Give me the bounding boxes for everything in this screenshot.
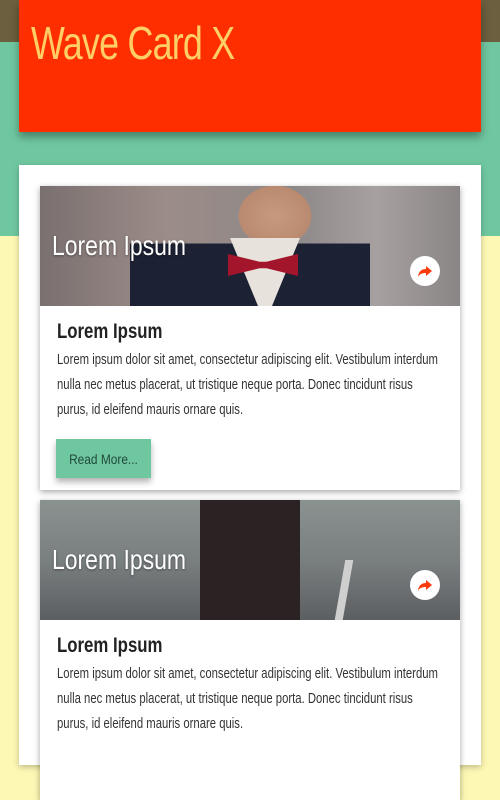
road-marking-graphic <box>334 560 354 620</box>
card: Lorem Ipsum Lorem Ipsum Lorem ipsum dolo… <box>40 500 460 800</box>
card-image: Lorem Ipsum <box>40 500 460 620</box>
card-image: Lorem Ipsum <box>40 186 460 306</box>
read-more-button[interactable]: Read More... <box>56 439 151 478</box>
share-icon <box>418 580 432 591</box>
card-text: Lorem ipsum dolor sit amet, consectetur … <box>57 666 438 732</box>
page-title: Wave Card X <box>31 17 235 69</box>
share-icon <box>418 266 432 277</box>
share-button[interactable] <box>410 256 440 286</box>
card-image-title: Lorem Ipsum <box>52 544 186 575</box>
card-body: Lorem Ipsum Lorem ipsum dolor sit amet, … <box>40 306 460 423</box>
share-button[interactable] <box>410 570 440 600</box>
card-text: Lorem ipsum dolor sit amet, consectetur … <box>57 352 438 418</box>
card-image-title: Lorem Ipsum <box>52 230 186 261</box>
read-more-label: Read More... <box>69 450 138 467</box>
card-title: Lorem Ipsum <box>57 320 163 343</box>
page-header: Wave Card X <box>19 0 481 132</box>
card-title: Lorem Ipsum <box>57 634 163 657</box>
card: Lorem Ipsum Lorem Ipsum Lorem ipsum dolo… <box>40 186 460 490</box>
cards-panel: Lorem Ipsum Lorem Ipsum Lorem ipsum dolo… <box>19 165 481 800</box>
card-body: Lorem Ipsum Lorem ipsum dolor sit amet, … <box>40 620 460 737</box>
